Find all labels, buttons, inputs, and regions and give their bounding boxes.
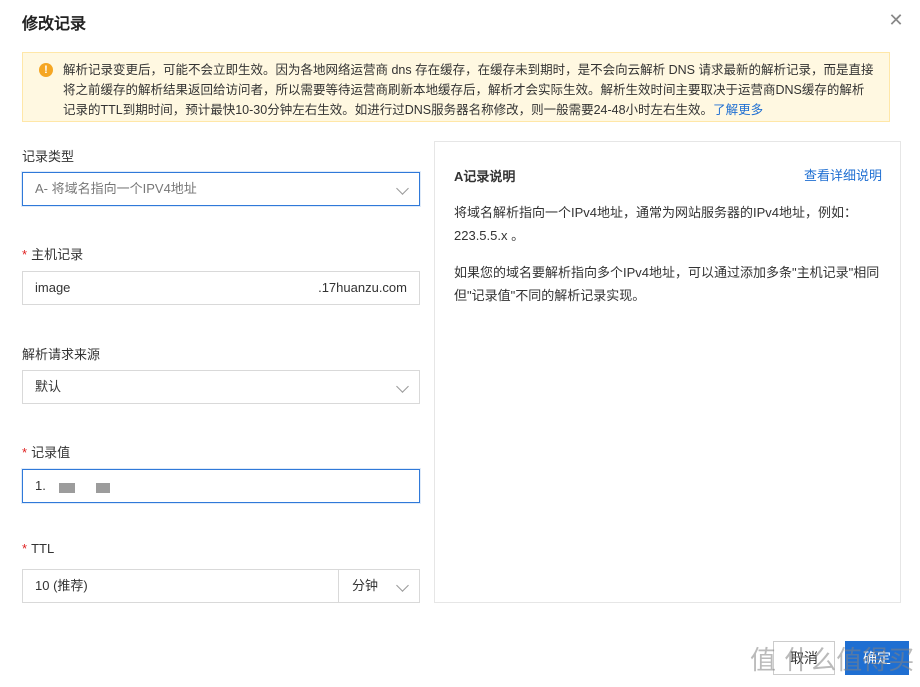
- record-type-select[interactable]: A- 将域名指向一个IPV4地址: [22, 172, 420, 206]
- host-record-input[interactable]: image .17huanzu.com: [22, 271, 420, 305]
- record-value-label: * 记录值: [22, 445, 71, 460]
- domain-suffix: .17huanzu.com: [318, 280, 407, 295]
- cancel-button[interactable]: 取消: [773, 641, 835, 675]
- record-type-value: A- 将域名指向一个IPV4地址: [35, 181, 197, 196]
- info-title: A记录说明: [454, 169, 516, 184]
- record-info-panel: A记录说明 查看详细说明 将域名解析指向一个IPv4地址，通常为网站服务器的IP…: [434, 141, 901, 603]
- chevron-down-icon: [396, 380, 409, 393]
- ttl-value: 10 (推荐): [35, 578, 88, 593]
- close-icon[interactable]: ✕: [886, 10, 906, 30]
- ttl-label: * TTL: [22, 541, 55, 556]
- notice-banner: ! 解析记录变更后，可能不会立即生效。因为各地网络运营商 dns 存在缓存，在缓…: [22, 52, 890, 122]
- modify-record-dialog: 修改记录 ✕ ! 解析记录变更后，可能不会立即生效。因为各地网络运营商 dns …: [0, 0, 920, 687]
- required-mark: *: [22, 541, 28, 556]
- ttl-unit-value: 分钟: [352, 578, 379, 593]
- required-mark: *: [22, 445, 28, 460]
- info-paragraph-2: 如果您的域名要解析指向多个IPv4地址，可以通过添加多条"主机记录"相同但"记录…: [454, 265, 880, 303]
- record-type-label: 记录类型: [22, 149, 75, 164]
- chevron-down-icon: [396, 182, 409, 195]
- redaction-mask: [96, 483, 110, 493]
- ttl-unit-select[interactable]: 分钟: [338, 569, 420, 603]
- warning-icon: !: [39, 63, 53, 77]
- request-source-label: 解析请求来源: [22, 347, 101, 362]
- required-mark: *: [22, 247, 28, 262]
- host-record-value: image: [35, 280, 71, 295]
- learn-more-link[interactable]: 了解更多: [713, 103, 763, 117]
- dialog-title: 修改记录: [22, 16, 87, 33]
- record-value-input[interactable]: 1.: [22, 469, 420, 503]
- ttl-input[interactable]: 10 (推荐): [22, 569, 339, 603]
- view-details-link[interactable]: 查看详细说明: [804, 165, 882, 184]
- redaction-mask: [59, 483, 75, 493]
- request-source-select[interactable]: 默认: [22, 370, 420, 404]
- chevron-down-icon: [396, 579, 409, 592]
- ok-button[interactable]: 确定: [845, 641, 909, 675]
- host-record-label: * 主机记录: [22, 247, 84, 262]
- record-value-text: 1.: [35, 478, 46, 493]
- info-paragraph-1: 将域名解析指向一个IPv4地址，通常为网站服务器的IPv4地址，例如：223.5…: [454, 205, 858, 243]
- request-source-value: 默认: [35, 379, 62, 394]
